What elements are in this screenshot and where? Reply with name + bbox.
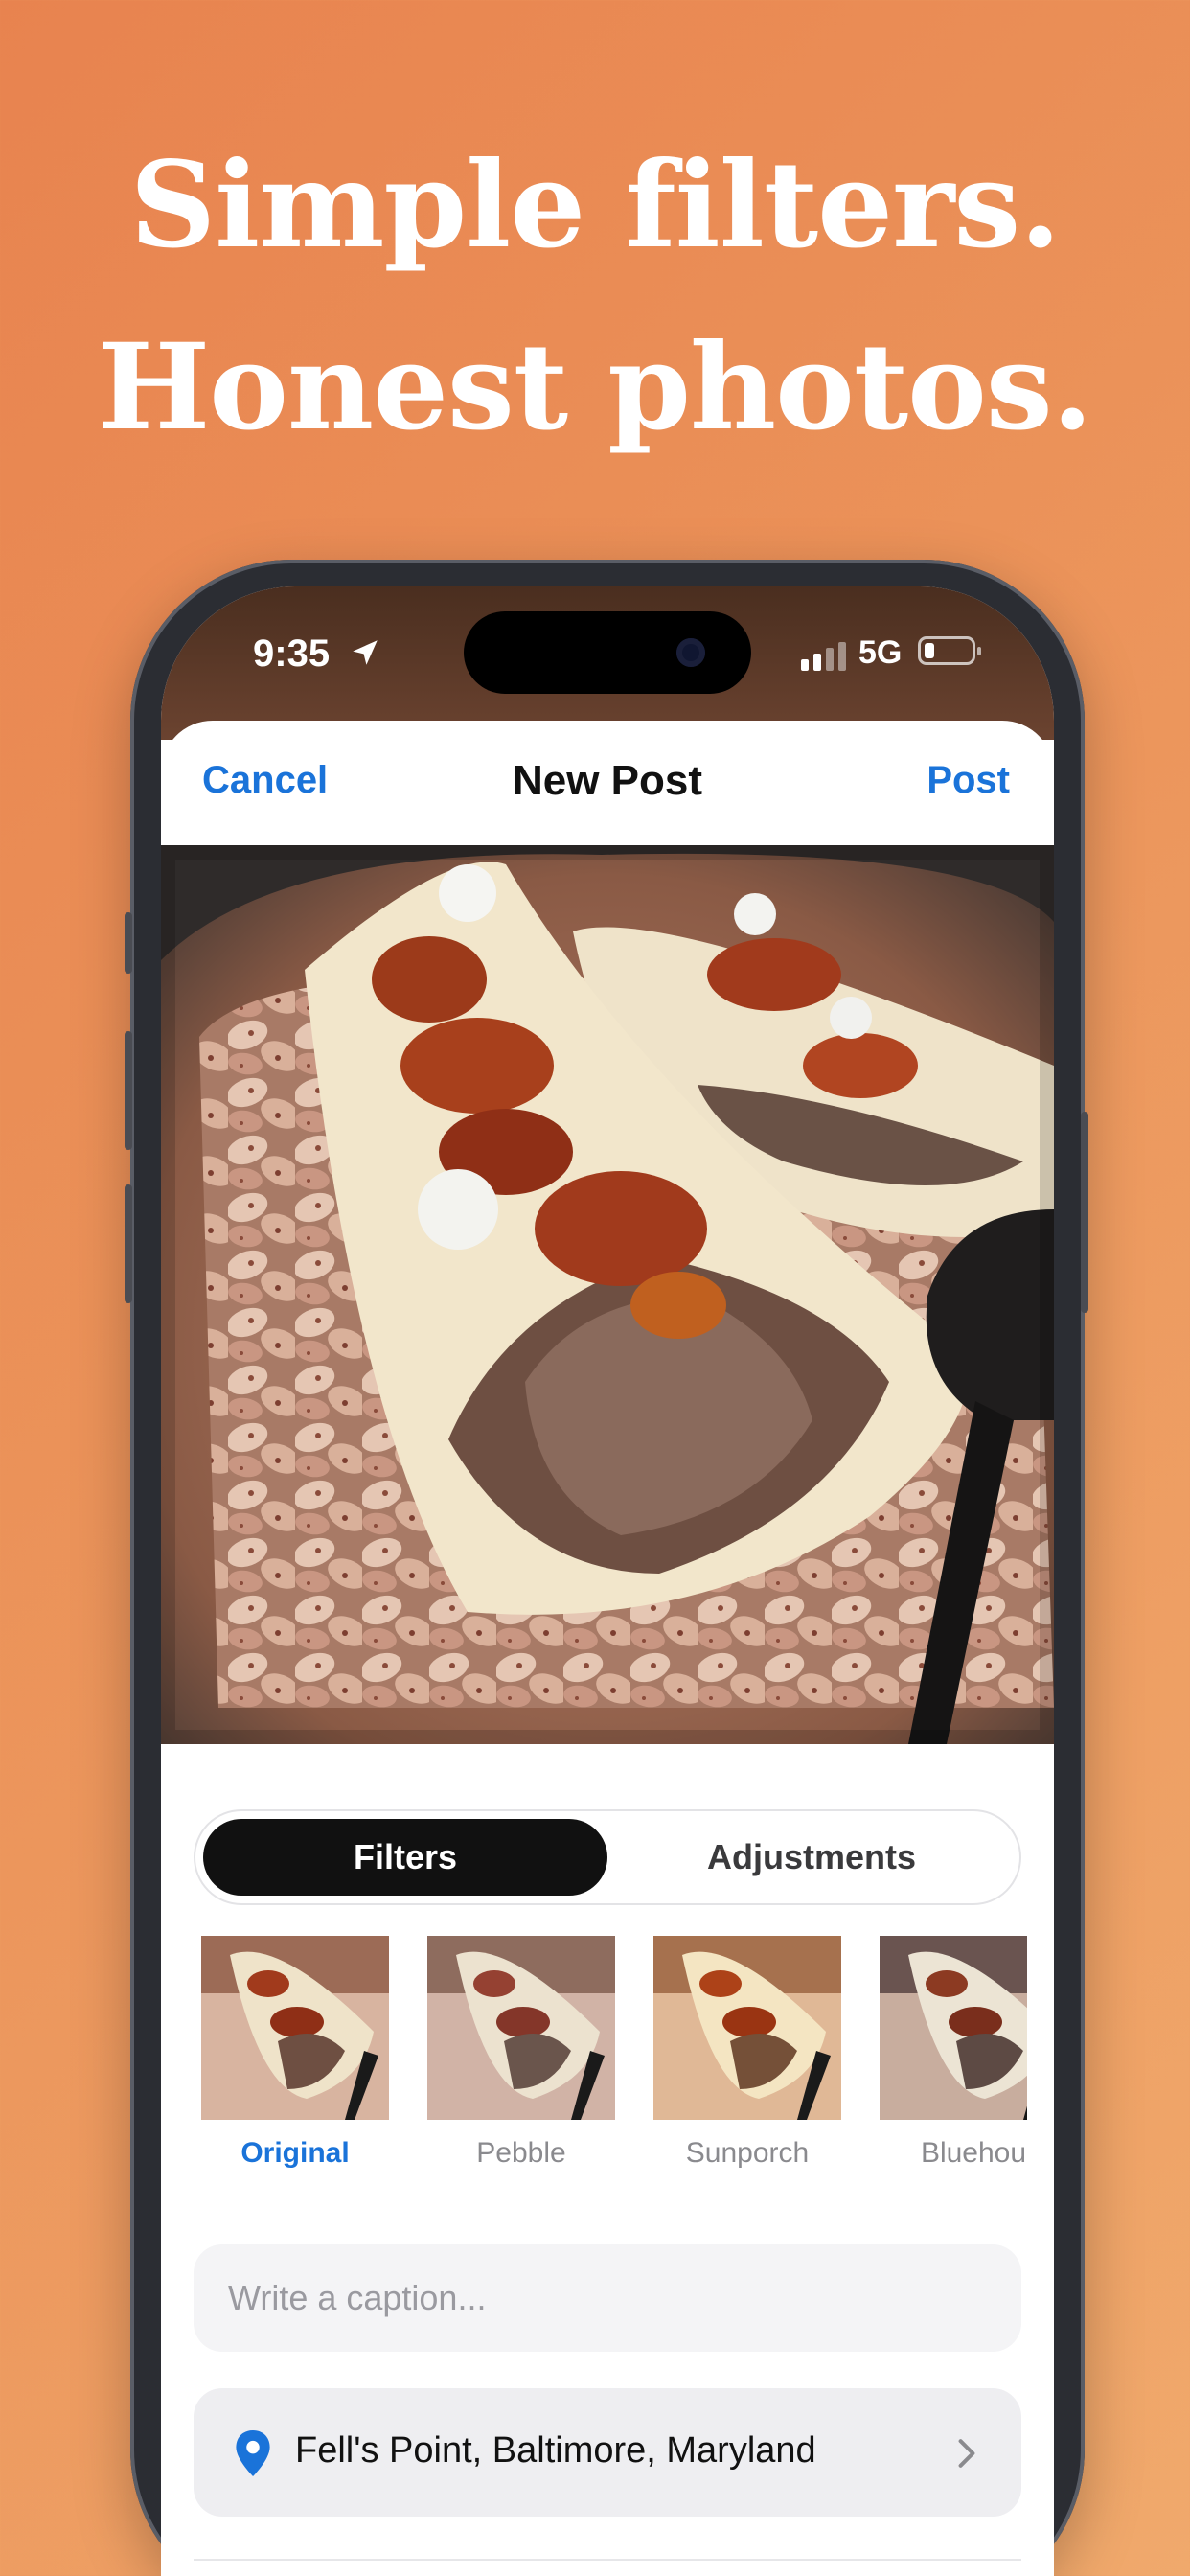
caption-input[interactable]: Write a caption...: [194, 2244, 1021, 2352]
tab-adjustments[interactable]: Adjustments: [609, 1819, 1014, 1896]
filter-strip: Original Pebble Sunporch Bluehou: [201, 1936, 1027, 2185]
status-time: 9:35: [253, 632, 331, 675]
volume-up-button: [125, 1031, 132, 1150]
headline-line-1: Simple filters.: [129, 136, 1062, 275]
filter-label: Bluehou: [920, 2137, 1027, 2169]
filter-thumbnail: [653, 1936, 841, 2120]
network-type: 5G: [858, 634, 903, 671]
location-row[interactable]: Fell's Point, Baltimore, Maryland: [194, 2388, 1021, 2517]
location-label: Fell's Point, Baltimore, Maryland: [295, 2430, 816, 2471]
battery-icon: [918, 636, 981, 665]
post-button[interactable]: Post: [927, 759, 1010, 802]
nav-bar: Cancel New Post Post: [161, 721, 1054, 845]
filter-thumbnail: [201, 1936, 389, 2120]
dynamic-island: [464, 611, 751, 694]
headline-line-2: Honest photos.: [98, 318, 1093, 457]
map-pin-icon: [236, 2430, 270, 2476]
filter-label: Original: [240, 2137, 350, 2169]
volume-down-button: [125, 1184, 132, 1303]
filter-label: Pebble: [476, 2137, 566, 2169]
tab-filters[interactable]: Filters: [203, 1819, 607, 1896]
filter-thumbnail: [427, 1936, 615, 2120]
chevron-right-icon: [958, 2439, 975, 2468]
filter-bluehour[interactable]: Bluehou: [880, 1936, 1027, 2170]
filter-thumbnail: [880, 1936, 1027, 2120]
filter-label: Sunporch: [685, 2137, 810, 2169]
signal-icon: [801, 642, 846, 671]
filter-original[interactable]: Original: [201, 1936, 389, 2170]
location-arrow-icon: [353, 640, 378, 665]
filter-sunporch[interactable]: Sunporch: [653, 1936, 841, 2170]
status-bar: 9:35 5G: [161, 586, 1054, 740]
page-title: New Post: [512, 757, 703, 804]
action-button: [125, 912, 132, 974]
filters-adjustments-segment: Filters Adjustments: [194, 1809, 1021, 1905]
new-post-sheet: Cancel New Post Post Filters Adjustments…: [161, 721, 1054, 2576]
headline: Simple filters. Honest photos.: [0, 115, 1190, 479]
filter-pebble[interactable]: Pebble: [427, 1936, 615, 2170]
divider: [194, 2559, 1021, 2561]
post-photo: [161, 845, 1054, 1744]
camera-icon: [676, 638, 705, 667]
phone-screen: 9:35 5G Cancel New Post Post Filters Adj…: [161, 586, 1054, 2576]
power-button: [1081, 1112, 1088, 1313]
